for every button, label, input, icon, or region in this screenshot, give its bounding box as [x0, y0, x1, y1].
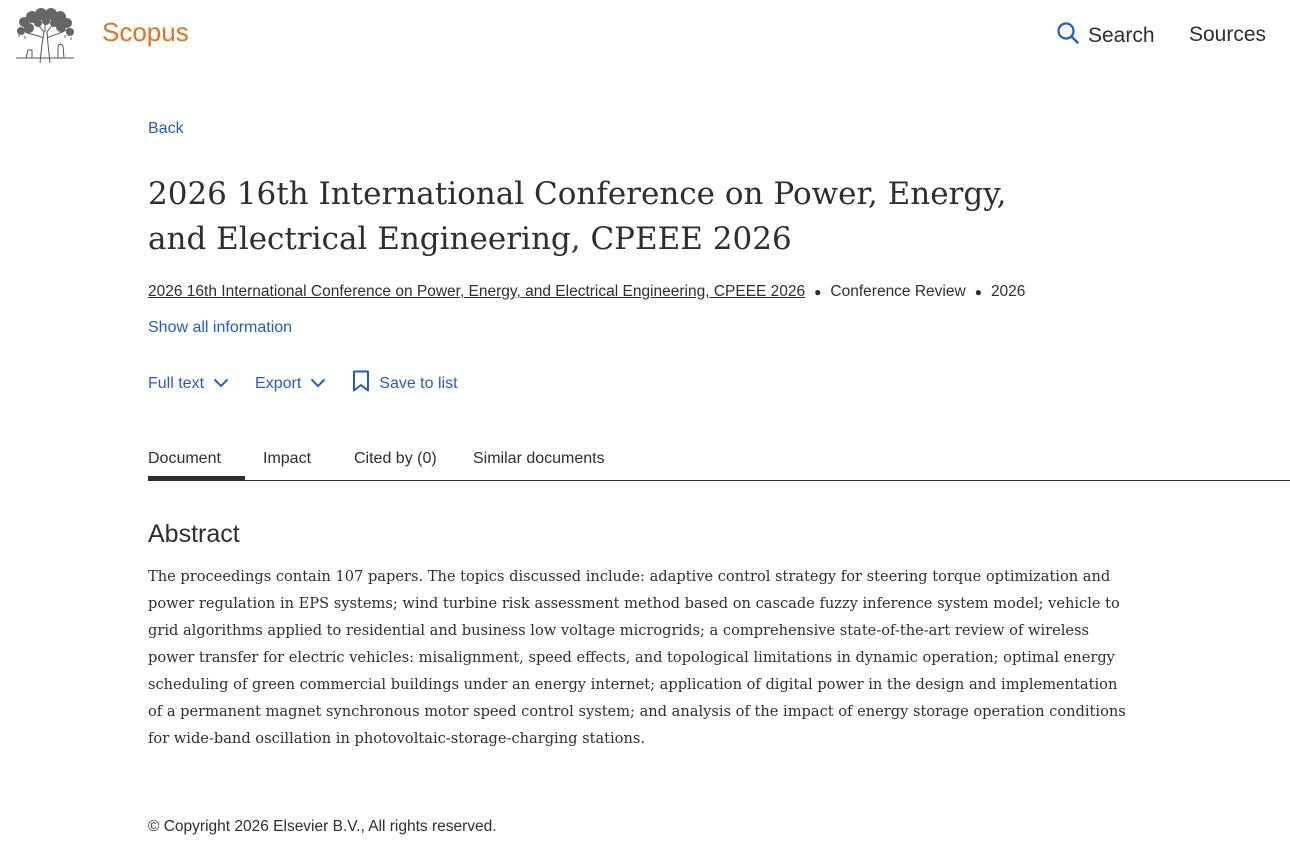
nav-sources-link[interactable]: Sources [1189, 23, 1266, 47]
tab-cited-by[interactable]: Cited by (0) [354, 450, 437, 479]
save-to-list-label: Save to list [379, 374, 458, 392]
bookmark-icon [352, 370, 370, 397]
tab-similar-documents[interactable]: Similar documents [473, 450, 605, 479]
abstract-text: The proceedings contain 107 papers. The … [148, 568, 1126, 747]
chevron-down-icon [213, 375, 229, 393]
document-meta: 2026 16th International Conference on Po… [148, 283, 1025, 301]
document-year: 2026 [990, 283, 1026, 300]
search-icon [1057, 22, 1079, 50]
save-to-list-button[interactable]: Save to list [352, 370, 458, 397]
separator-dot: ● [974, 285, 982, 299]
show-all-information-link[interactable]: Show all information [148, 319, 292, 337]
full-text-label: Full text [148, 374, 205, 392]
elsevier-logo[interactable] [14, 8, 76, 64]
document-type: Conference Review [830, 283, 966, 300]
separator-dot: ● [814, 285, 822, 299]
tab-impact[interactable]: Impact [263, 450, 311, 479]
chevron-down-icon [310, 375, 326, 393]
scopus-brand[interactable]: Scopus [102, 17, 189, 48]
back-link[interactable]: Back [148, 120, 184, 138]
abstract-heading: Abstract [148, 520, 240, 548]
document-title: 2026 16th International Conference on Po… [148, 176, 1007, 257]
export-label: Export [255, 374, 302, 392]
copyright-text: © Copyright 2026 Elsevier B.V., All righ… [148, 818, 497, 835]
top-header: Scopus Search Sources [0, 0, 1290, 72]
nav-search-link[interactable]: Search [1057, 22, 1155, 50]
full-text-button[interactable]: Full text [148, 375, 229, 393]
document-actions: Full text Export Save to list [148, 370, 458, 397]
export-button[interactable]: Export [255, 375, 326, 393]
nav-search-label: Search [1088, 24, 1155, 47]
tab-document[interactable]: Document [148, 450, 245, 480]
document-tabs: Document Impact Cited by (0) Similar doc… [148, 450, 1290, 481]
source-title-link[interactable]: 2026 16th International Conference on Po… [148, 283, 805, 301]
